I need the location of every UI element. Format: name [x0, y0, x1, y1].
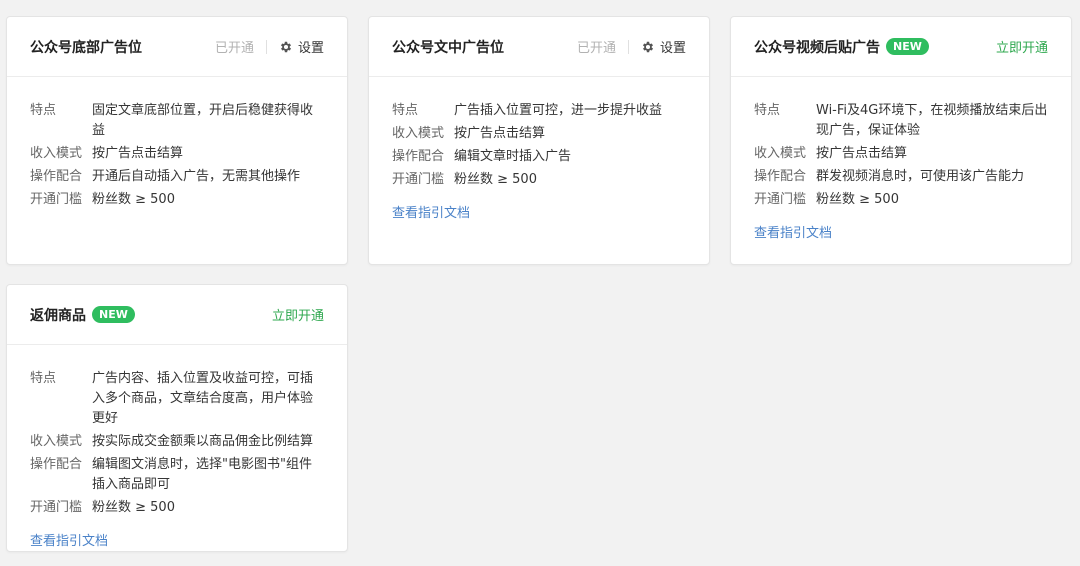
- card-header: 公众号视频后贴广告 NEW 立即开通: [731, 17, 1071, 77]
- row-label: 收入模式: [30, 434, 83, 449]
- row-value: 按广告点击结算: [816, 146, 908, 161]
- row-label: 开通门槛: [754, 192, 807, 207]
- card-body: 特点 Wi-Fi及4G环境下，在视频播放结束后出现广告，保证体验 收入模式 按广告点…: [731, 77, 1071, 241]
- settings-button[interactable]: 设置: [641, 37, 686, 56]
- row-threshold: 开通门槛 粉丝数 ≥ 500: [754, 190, 1048, 210]
- row-label: 收入模式: [392, 126, 445, 141]
- row-value: 广告插入位置可控，进一步提升收益: [454, 103, 663, 118]
- row-threshold: 开通门槛 粉丝数 ≥ 500: [30, 190, 324, 210]
- row-feature: 特点 广告插入位置可控，进一步提升收益: [392, 101, 686, 121]
- row-value: 编辑图文消息时，选择"电影图书"组件插入商品即可: [92, 457, 312, 492]
- card-body: 特点 广告内容、插入位置及收益可控，可插入多个商品，文章结合度高，用户体验更好 收…: [7, 345, 347, 549]
- row-feature: 特点 固定文章底部位置，开启后稳健获得收益: [30, 101, 324, 141]
- card-body: 特点 固定文章底部位置，开启后稳健获得收益 收入模式 按广告点击结算 操作配合 开通后…: [7, 77, 347, 210]
- ad-card-video-post: 公众号视频后贴广告 NEW 立即开通 特点 Wi-Fi及4G环境下，在视频播放结束…: [730, 16, 1072, 265]
- card-header: 公众号底部广告位 已开通 设置: [7, 17, 347, 77]
- ad-card-in-article: 公众号文中广告位 已开通 设置 特点 广告插入位置可控，进一步提升收益 收入模式按…: [368, 16, 710, 265]
- row-label: 操作配合: [30, 169, 83, 184]
- row-feature: 特点 Wi-Fi及4G环境下，在视频播放结束后出现广告，保证体验: [754, 101, 1048, 141]
- card-title: 返佣商品: [30, 307, 86, 324]
- row-threshold: 开通门槛 粉丝数 ≥ 500: [392, 170, 686, 190]
- guide-doc-link[interactable]: 查看指引文档: [30, 530, 108, 549]
- open-now-button[interactable]: 立即开通: [272, 305, 324, 324]
- row-label: 特点: [30, 371, 57, 386]
- row-value: 群发视频消息时，可使用该广告能力: [816, 169, 1025, 184]
- row-label: 开通门槛: [30, 500, 83, 515]
- settings-label: 设置: [659, 41, 686, 56]
- row-feature: 特点 广告内容、插入位置及收益可控，可插入多个商品，文章结合度高，用户体验更好: [30, 369, 324, 429]
- row-label: 操作配合: [754, 169, 807, 184]
- row-value: 编辑文章时插入广告: [454, 149, 572, 164]
- status-opened: 已开通: [214, 41, 254, 56]
- new-badge: NEW: [92, 306, 135, 323]
- row-income: 收入模式 按广告点击结算: [30, 144, 324, 164]
- row-label: 特点: [30, 103, 57, 118]
- row-label: 特点: [754, 103, 781, 118]
- row-value: 按广告点击结算: [92, 146, 184, 161]
- guide-doc-link[interactable]: 查看指引文档: [392, 202, 470, 221]
- divider: [265, 39, 267, 54]
- card-header: 返佣商品 NEW 立即开通: [7, 285, 347, 345]
- settings-button[interactable]: 设置: [279, 37, 324, 56]
- status-opened: 已开通: [576, 41, 616, 56]
- card-header: 公众号文中广告位 已开通 设置: [369, 17, 709, 77]
- row-value: 开通后自动插入广告，无需其他操作: [92, 169, 301, 184]
- row-value: Wi-Fi及4G环境下，在视频播放结束后出现广告，保证体验: [816, 103, 1048, 138]
- row-operation: 操作配合 编辑文章时插入广告: [392, 147, 686, 167]
- row-value: 按广告点击结算: [454, 126, 546, 141]
- gear-icon: [280, 41, 292, 52]
- gear-icon: [642, 41, 654, 52]
- row-label: 开通门槛: [30, 192, 83, 207]
- ad-card-commission-goods: 返佣商品 NEW 立即开通 特点 广告内容、插入位置及收益可控，可插入多个商品，文…: [6, 284, 348, 552]
- open-now-button[interactable]: 立即开通: [996, 37, 1048, 56]
- row-operation: 操作配合 开通后自动插入广告，无需其他操作: [30, 167, 324, 187]
- row-value: 固定文章底部位置，开启后稳健获得收益: [92, 103, 314, 138]
- ad-card-bottom: 公众号底部广告位 已开通 设置 特点 固定文章底部位置，开启后稳健获得收益 收入模…: [6, 16, 348, 265]
- row-value: 粉丝数 ≥ 500: [454, 172, 537, 187]
- row-income: 收入模式 按实际成交金额乘以商品佣金比例结算: [30, 432, 324, 452]
- row-label: 操作配合: [30, 457, 83, 472]
- row-value: 粉丝数 ≥ 500: [92, 192, 175, 207]
- guide-doc-link[interactable]: 查看指引文档: [754, 222, 832, 241]
- card-title: 公众号底部广告位: [30, 39, 142, 56]
- row-label: 操作配合: [392, 149, 445, 164]
- row-income: 收入模式 按广告点击结算: [392, 124, 686, 144]
- settings-label: 设置: [297, 41, 324, 56]
- row-label: 收入模式: [30, 146, 83, 161]
- row-operation: 操作配合 群发视频消息时，可使用该广告能力: [754, 167, 1048, 187]
- row-value: 按实际成交金额乘以商品佣金比例结算: [92, 434, 314, 449]
- new-badge: NEW: [886, 38, 929, 55]
- row-value: 粉丝数 ≥ 500: [92, 500, 175, 515]
- card-title: 公众号文中广告位: [392, 39, 504, 56]
- row-label: 特点: [392, 103, 419, 118]
- row-value: 广告内容、插入位置及收益可控，可插入多个商品，文章结合度高，用户体验更好: [92, 371, 314, 426]
- card-body: 特点 广告插入位置可控，进一步提升收益 收入模式 按广告点击结算 操作配合 编辑文章时…: [369, 77, 709, 221]
- row-label: 开通门槛: [392, 172, 445, 187]
- row-income: 收入模式 按广告点击结算: [754, 144, 1048, 164]
- row-operation: 操作配合 编辑图文消息时，选择"电影图书"组件插入商品即可: [30, 455, 324, 495]
- card-title: 公众号视频后贴广告: [754, 39, 880, 56]
- row-label: 收入模式: [754, 146, 807, 161]
- row-value: 粉丝数 ≥ 500: [816, 192, 899, 207]
- row-threshold: 开通门槛 粉丝数 ≥ 500: [30, 498, 324, 518]
- divider: [627, 39, 629, 54]
